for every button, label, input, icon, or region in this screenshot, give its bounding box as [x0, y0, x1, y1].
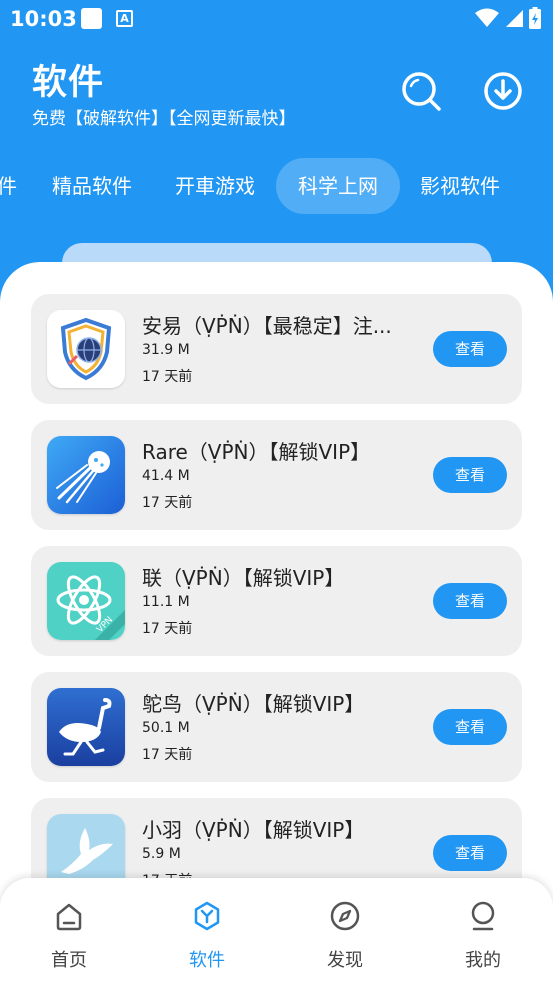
app-date: 17 天前	[142, 621, 193, 637]
software-icon	[194, 901, 220, 931]
list-item[interactable]: Rare（ṾṖṄ）【解锁VIP】 41.4 M 17 天前 查看	[31, 420, 522, 530]
app-title: 鸵鸟（ṾṖṄ）【解锁VIP】	[142, 692, 365, 716]
app-date: 17 天前	[142, 747, 193, 763]
app-date: 17 天前	[142, 495, 193, 511]
view-button[interactable]: 查看	[433, 583, 507, 619]
profile-icon	[471, 901, 495, 931]
shield-globe-icon	[47, 310, 125, 388]
a-notification-icon: A	[116, 10, 133, 27]
tab-premium-software[interactable]: 精品软件	[40, 158, 144, 214]
list-item[interactable]: 安易（ṾṖṄ）【最稳定】注... 31.9 M 17 天前 查看	[31, 294, 522, 404]
nav-home[interactable]: 首页	[0, 878, 138, 984]
wifi-icon	[475, 8, 499, 27]
signal-icon	[506, 10, 523, 27]
nav-software[interactable]: 软件	[138, 878, 276, 984]
bottom-nav: 首页 软件 发现 我的	[0, 878, 553, 984]
nav-label: 我的	[465, 950, 501, 971]
app-size: 50.1 M	[142, 720, 190, 736]
tab-vpn[interactable]: 科学上网	[276, 158, 400, 214]
app-size: 11.1 M	[142, 594, 190, 610]
ostrich-icon	[47, 688, 125, 766]
tab-partial[interactable]: 件	[0, 158, 22, 214]
app-size: 5.9 M	[142, 846, 181, 862]
nav-label: 软件	[189, 950, 225, 971]
nav-profile[interactable]: 我的	[414, 878, 552, 984]
search-icon[interactable]	[400, 70, 442, 112]
tab-games[interactable]: 开車游戏	[163, 158, 267, 214]
tab-video-software[interactable]: 影视软件	[408, 158, 512, 214]
status-bar: 10:03 A	[0, 0, 553, 38]
nav-label: 发现	[327, 950, 363, 971]
app-list: 安易（ṾṖṄ）【最稳定】注... 31.9 M 17 天前 查看 Rare（ṾṖ…	[0, 262, 553, 984]
list-item[interactable]: 鸵鸟（ṾṖṄ）【解锁VIP】 50.1 M 17 天前 查看	[31, 672, 522, 782]
comet-icon	[47, 436, 125, 514]
download-icon[interactable]	[482, 70, 524, 112]
app-size: 41.4 M	[142, 468, 190, 484]
view-button[interactable]: 查看	[433, 331, 507, 367]
view-button[interactable]: 查看	[433, 709, 507, 745]
app-title: 联（ṾṖṄ）【解锁VIP】	[142, 566, 345, 590]
app-title: 小羽（ṾṖṄ）【解锁VIP】	[142, 818, 365, 842]
header: 10:03 A 软件 免费【破解软件】【全网更新最快】 件 精品软件 开車游戏 …	[0, 0, 553, 300]
view-button[interactable]: 查看	[433, 457, 507, 493]
status-time: 10:03	[10, 7, 77, 31]
compass-icon	[330, 901, 360, 931]
view-button[interactable]: 查看	[433, 835, 507, 871]
nav-label: 首页	[51, 950, 87, 971]
page-title: 软件	[32, 63, 105, 103]
atom-icon: VPN	[47, 562, 125, 640]
home-icon	[56, 903, 82, 931]
battery-icon	[529, 7, 541, 29]
category-tabs: 件 精品软件 开車游戏 科学上网 影视软件	[0, 158, 553, 214]
app-size: 31.9 M	[142, 342, 190, 358]
notification-icon	[81, 8, 102, 29]
nav-discover[interactable]: 发现	[276, 878, 414, 984]
status-icons	[475, 7, 541, 29]
page-subtitle: 免费【破解软件】【全网更新最快】	[32, 109, 296, 129]
app-date: 17 天前	[142, 369, 193, 385]
app-title: 安易（ṾṖṄ）【最稳定】注...	[142, 314, 392, 338]
app-title: Rare（ṾṖṄ）【解锁VIP】	[142, 440, 371, 464]
list-item[interactable]: VPN 联（ṾṖṄ）【解锁VIP】 11.1 M 17 天前 查看	[31, 546, 522, 656]
